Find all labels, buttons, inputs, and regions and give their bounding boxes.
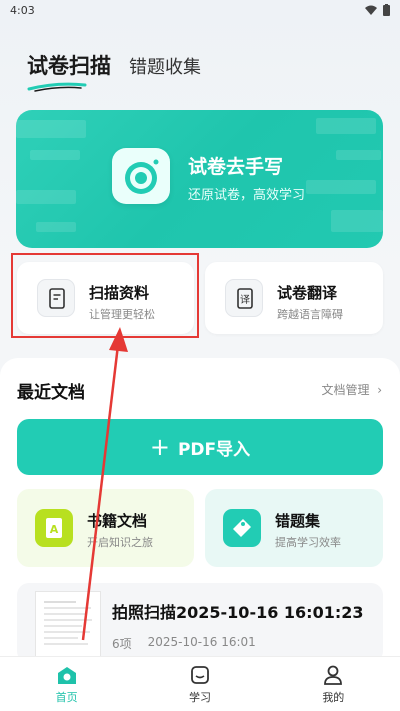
recent-docs-title: 最近文档 <box>17 383 85 403</box>
feature-title: 试卷翻译 <box>277 284 338 302</box>
book-docs-card[interactable]: A 书籍文档 开启知识之旅 <box>17 489 194 567</box>
tag-icon <box>223 509 261 547</box>
scan-list-item[interactable]: 拍照扫描2025-10-16 16:01:23 6项 2025-10-16 16… <box>17 583 383 663</box>
sub-card-subtitle: 提高学习效率 <box>275 536 341 549</box>
hero-banner[interactable]: 试卷去手写 还原试卷，高效学习 <box>16 110 383 248</box>
nav-label: 首页 <box>55 690 78 704</box>
status-icons <box>365 4 390 16</box>
feature-subtitle: 跨越语言障碍 <box>277 308 343 321</box>
bottom-nav: 首页 学习 我的 <box>0 656 400 711</box>
book-icon: A <box>35 509 73 547</box>
scan-item-count: 6项 <box>112 637 132 651</box>
user-icon <box>324 665 343 685</box>
svg-text:译: 译 <box>240 294 250 306</box>
wrong-questions-card[interactable]: 错题集 提高学习效率 <box>205 489 383 567</box>
sub-card-title: 书籍文档 <box>87 512 148 530</box>
status-time: 4:03 <box>10 3 35 17</box>
nav-label: 我的 <box>322 690 345 704</box>
top-tabs: 试卷扫描 错题收集 <box>27 50 201 92</box>
exam-translate-card[interactable]: 译 试卷翻译 跨越语言障碍 <box>205 262 383 334</box>
study-icon <box>191 665 209 684</box>
nav-study[interactable]: 学习 <box>160 664 240 705</box>
sub-card-subtitle: 开启知识之旅 <box>87 536 153 549</box>
pdf-import-button[interactable]: + PDF导入 <box>17 419 383 475</box>
battery-icon <box>383 4 390 16</box>
tab-underline-icon <box>27 82 87 92</box>
status-bar: 4:03 <box>0 0 400 20</box>
pdf-import-label: PDF导入 <box>177 439 251 460</box>
nav-label: 学习 <box>188 690 211 704</box>
wifi-icon <box>365 5 377 15</box>
camera-icon <box>112 148 170 204</box>
svg-text:A: A <box>50 523 59 536</box>
home-icon <box>57 666 76 684</box>
highlight-box <box>11 253 199 338</box>
scan-item-title: 拍照扫描2025-10-16 16:01:23 <box>112 603 364 622</box>
doc-manage-link[interactable]: 文档管理 › <box>322 381 382 398</box>
chevron-right-icon: › <box>373 383 382 397</box>
tab-wrong-collection[interactable]: 错题收集 <box>129 53 201 80</box>
sub-card-title: 错题集 <box>275 512 321 530</box>
plus-icon: + <box>149 433 170 461</box>
hero-subtitle: 还原试卷，高效学习 <box>188 188 306 203</box>
scan-item-meta: 6项 2025-10-16 16:01 <box>112 635 256 652</box>
nav-mine[interactable]: 我的 <box>293 664 373 705</box>
hero-title: 试卷去手写 <box>188 156 284 178</box>
translate-icon: 译 <box>225 279 263 317</box>
tab-exam-scan[interactable]: 试卷扫描 <box>27 50 111 92</box>
scan-thumbnail <box>35 591 101 663</box>
nav-home[interactable]: 首页 <box>27 664 107 705</box>
scan-item-date: 2025-10-16 16:01 <box>147 635 256 649</box>
